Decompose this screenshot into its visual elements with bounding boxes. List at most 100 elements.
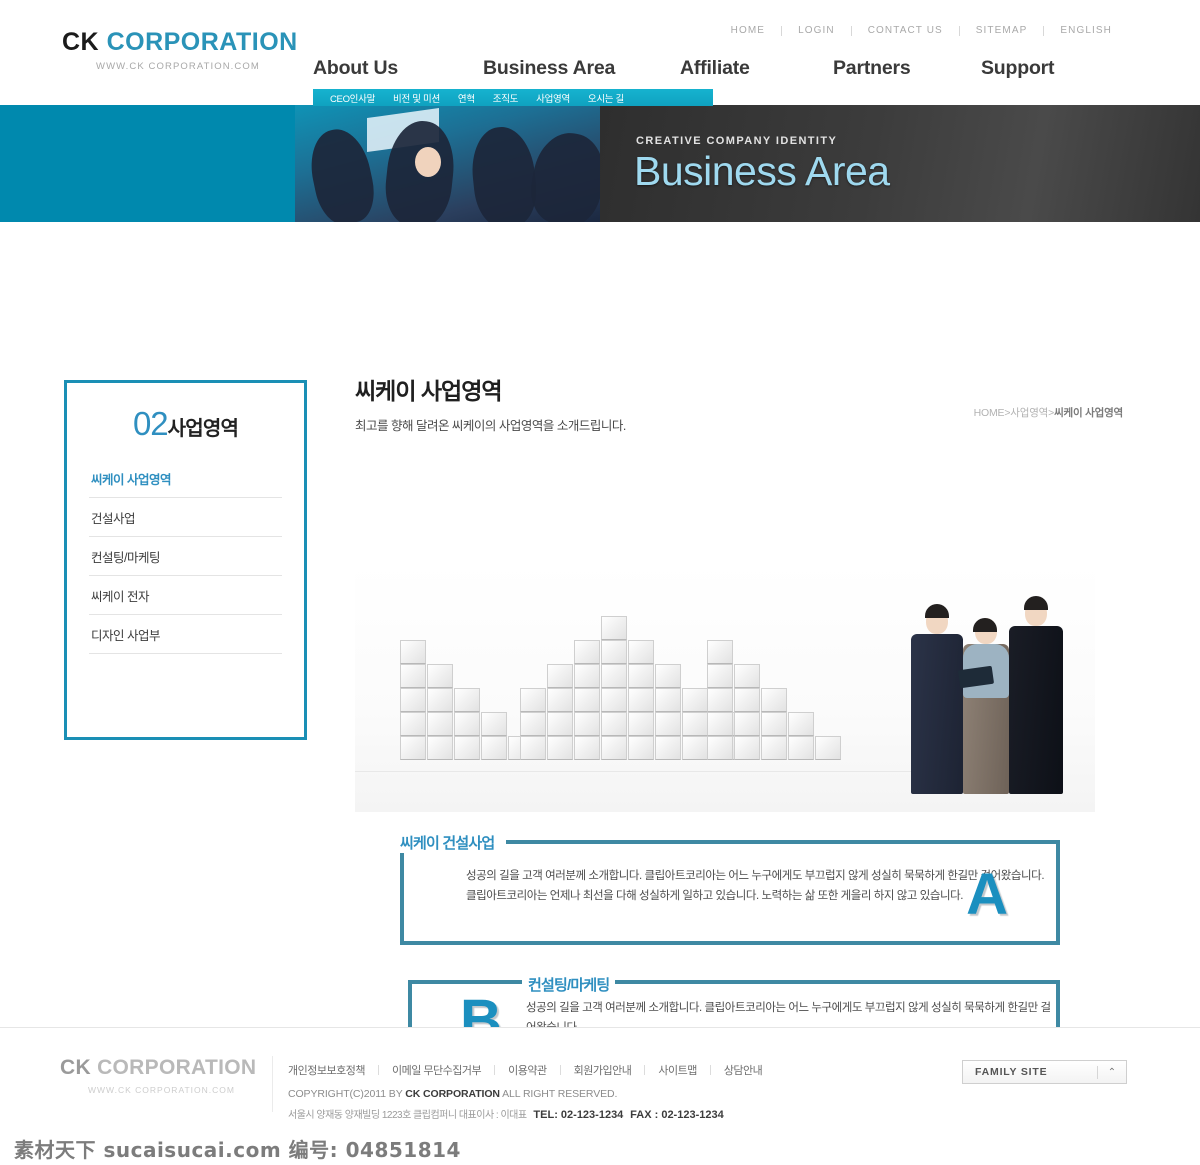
box-column <box>547 664 573 760</box>
box-column <box>520 688 546 760</box>
hero-image-boxes-and-people <box>355 562 1095 812</box>
breadcrumb-path: HOME>사업영역> <box>973 407 1055 419</box>
section-a-letter: A <box>966 862 1008 927</box>
utility-nav-english[interactable]: ENGLISH <box>1044 25 1128 36</box>
person-left-hair <box>925 604 949 618</box>
nav-item-about-us[interactable]: About Us <box>313 57 483 80</box>
page-root: CK CORPORATION WWW.CK CORPORATION.COM HO… <box>0 0 1200 1165</box>
utility-nav: HOME LOGIN CONTACT US SITEMAP ENGLISH <box>715 25 1128 36</box>
person-center-hair <box>973 618 997 632</box>
box-stack-left <box>400 640 535 760</box>
sub-nav: CEO인사말 비전 및 미션 연혁 조직도 사업영역 오시는 길 <box>313 89 713 106</box>
hero-people-photo <box>905 589 1073 794</box>
banner-right-panel: CREATIVE COMPANY IDENTITY Business Area <box>600 105 1200 222</box>
site-header: CK CORPORATION WWW.CK CORPORATION.COM HO… <box>0 0 1200 106</box>
footer-link-membership-guide[interactable]: 회원가입안내 <box>561 1062 645 1078</box>
footer-link-consultation-guide[interactable]: 상담안내 <box>711 1062 775 1078</box>
footer-fax: FAX : 02-123-1234 <box>630 1109 724 1121</box>
copyright-prefix: COPYRIGHT(C)2011 BY <box>288 1088 406 1100</box>
footer-link-email-collection-refusal[interactable]: 이메일 무단수집거부 <box>379 1062 494 1078</box>
sub-nav-item-org-chart[interactable]: 조직도 <box>484 91 527 105</box>
nav-item-business-area[interactable]: Business Area <box>483 57 680 80</box>
list-item[interactable]: 건설사업 <box>89 498 282 537</box>
logo-text-ck: CK <box>62 28 107 56</box>
person-right-body <box>1009 626 1063 794</box>
copyright-brand: CK CORPORATION <box>405 1088 500 1100</box>
banner-title: Business Area <box>634 148 890 194</box>
section-b-heading: 컨설팅/마케팅 <box>522 974 616 995</box>
footer-link-privacy-policy[interactable]: 개인정보보호정책 <box>288 1062 378 1078</box>
sidebar-item-ck-business-area[interactable]: 씨케이 사업영역 <box>89 459 282 497</box>
footer-address: 서울시 양재동 양재빌딩 1223호 클립컴퍼니 대표이사 : 이대표 <box>288 1110 527 1121</box>
breadcrumb: HOME>사업영역>씨케이 사업영역 <box>973 405 1124 420</box>
logo-text-corporation: CORPORATION <box>106 28 298 56</box>
family-site-label: FAMILY SITE <box>975 1066 1048 1078</box>
nav-item-support[interactable]: Support <box>981 57 1055 80</box>
utility-nav-home[interactable]: HOME <box>715 25 781 36</box>
watermark-text: 素材天下 sucaisucai.com 编号: 04851814 <box>14 1138 461 1162</box>
list-item[interactable]: 씨케이 사업영역 <box>89 459 282 498</box>
footer-link-terms-of-use[interactable]: 이용약관 <box>495 1062 559 1078</box>
sidebar-section-number: 02 <box>132 405 169 442</box>
sub-nav-item-ceo-greeting[interactable]: CEO인사말 <box>321 91 384 105</box>
nav-item-affiliate[interactable]: Affiliate <box>680 57 833 80</box>
utility-nav-sitemap[interactable]: SITEMAP <box>960 25 1044 36</box>
footer-divider <box>272 1056 273 1112</box>
page-body: 02사업영역 씨케이 사업영역 건설사업 컨설팅/마케팅 씨케이 전자 디자인 … <box>0 222 1200 1165</box>
box-column <box>481 712 507 760</box>
breadcrumb-current: 씨케이 사업영역 <box>1054 407 1123 419</box>
box-column <box>628 640 654 760</box>
box-stack-right <box>707 640 842 760</box>
nav-item-partners[interactable]: Partners <box>833 57 981 80</box>
stock-watermark-bar: 素材天下 sucaisucai.com 编号: 04851814 <box>0 1132 1200 1165</box>
box-column <box>601 616 627 760</box>
chevron-up-icon[interactable]: ⌃ <box>1098 1067 1126 1078</box>
footer-links: 개인정보보호정책 이메일 무단수집거부 이용약관 회원가입안내 사이트맵 상담안… <box>288 1062 775 1078</box>
sidebar-item-design-division[interactable]: 디자인 사업부 <box>89 615 282 653</box>
footer-logo[interactable]: CK CORPORATION WWW.CK CORPORATION.COM <box>60 1056 256 1095</box>
sidebar-section-label: 사업영역 <box>167 418 239 440</box>
box-column <box>761 688 787 760</box>
box-column <box>454 688 480 760</box>
box-column <box>427 664 453 760</box>
banner-left-fill <box>0 105 300 222</box>
sub-nav-item-business-area[interactable]: 사업영역 <box>527 91 579 105</box>
footer-logo-wordmark: CK CORPORATION <box>60 1056 256 1080</box>
banner-photo-business-team <box>295 105 600 222</box>
family-site-select[interactable]: FAMILY SITE ⌃ <box>962 1060 1127 1084</box>
sub-nav-item-history[interactable]: 연혁 <box>449 91 484 105</box>
footer-link-sitemap[interactable]: 사이트맵 <box>645 1062 709 1078</box>
logo-url: WWW.CK CORPORATION.COM <box>96 61 260 72</box>
sidebar-title: 02사업영역 <box>67 383 304 459</box>
page-title: 씨케이 사업영역 <box>355 378 503 404</box>
utility-nav-login[interactable]: LOGIN <box>782 25 851 36</box>
list-item[interactable]: 씨케이 전자 <box>89 576 282 615</box>
sidebar-item-consulting-marketing[interactable]: 컨설팅/마케팅 <box>89 537 282 575</box>
footer-copyright: COPYRIGHT(C)2011 BY CK CORPORATION ALL R… <box>288 1088 617 1100</box>
logo-wordmark: CK CORPORATION <box>62 30 298 55</box>
footer-tel: TEL: 02-123-1234 <box>533 1109 624 1121</box>
box-stack-center <box>520 616 736 760</box>
footer-logo-text-ck: CK <box>60 1056 98 1079</box>
banner-kicker: CREATIVE COMPANY IDENTITY <box>636 135 838 147</box>
footer-address-line: 서울시 양재동 양재빌딩 1223호 클립컴퍼니 대표이사 : 이대표 TEL:… <box>288 1106 724 1121</box>
sub-nav-item-vision-mission[interactable]: 비전 및 미션 <box>384 91 449 105</box>
utility-nav-contact-us[interactable]: CONTACT US <box>852 25 959 36</box>
sidebar-item-ck-electronics[interactable]: 씨케이 전자 <box>89 576 282 614</box>
sub-nav-item-directions[interactable]: 오시는 길 <box>579 91 633 105</box>
page-banner: CREATIVE COMPANY IDENTITY Business Area <box>0 105 1200 222</box>
sidebar-item-construction[interactable]: 건설사업 <box>89 498 282 536</box>
main-nav: About Us Business Area Affiliate Partner… <box>313 57 1073 80</box>
sidebar-menu: 씨케이 사업영역 건설사업 컨설팅/마케팅 씨케이 전자 디자인 사업부 <box>89 459 282 654</box>
header-logo[interactable]: CK CORPORATION WWW.CK CORPORATION.COM <box>62 30 298 73</box>
list-item[interactable]: 컨설팅/마케팅 <box>89 537 282 576</box>
person-left-body <box>911 634 963 794</box>
footer-logo-url: WWW.CK CORPORATION.COM <box>88 1085 235 1095</box>
box-column <box>682 688 708 760</box>
box-column <box>655 664 681 760</box>
footer-logo-text-corporation: CORPORATION <box>97 1056 257 1079</box>
list-item[interactable]: 디자인 사업부 <box>89 615 282 654</box>
content-header: 씨케이 사업영역 최고를 향해 달려온 씨케이의 사업영역을 소개드립니다. H… <box>355 372 1125 434</box>
banner-photo-figure <box>525 127 600 222</box>
box-column <box>815 736 841 760</box>
